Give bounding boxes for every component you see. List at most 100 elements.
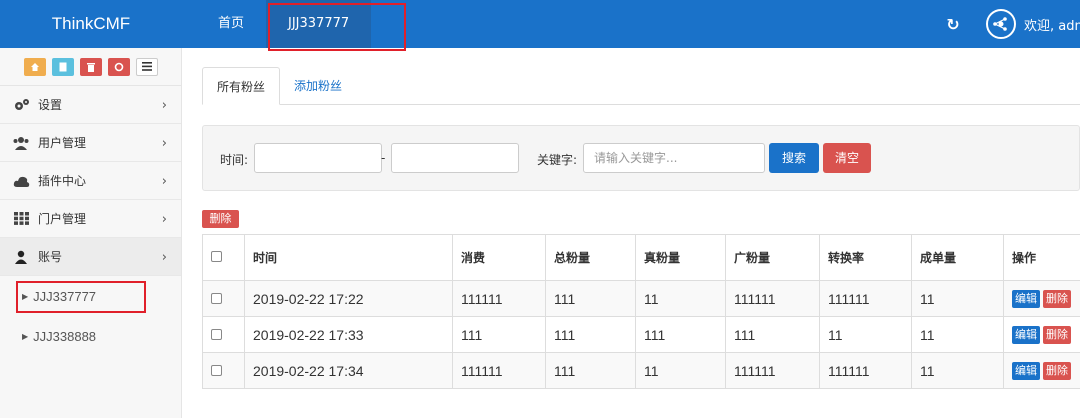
refresh-icon[interactable]: ↻ — [944, 16, 962, 34]
user-menu[interactable]: 欢迎, admin — [986, 8, 1080, 40]
nav-account-tab[interactable]: JJJ337777 — [266, 0, 372, 48]
nav-home[interactable]: 首页 — [196, 0, 266, 48]
tab-all-fans[interactable]: 所有粉丝 — [202, 67, 281, 105]
fans-table: 时间 消费 总粉量 真粉量 广粉量 转换率 成单量 操作 2019-02-22 … — [202, 234, 1080, 389]
cell-total-fans: 111 — [545, 280, 636, 317]
row-select-cell — [202, 280, 245, 317]
start-time-input[interactable] — [254, 143, 382, 173]
chevron-right-icon: › — [161, 98, 167, 113]
cell-real-fans: 11 — [635, 352, 726, 389]
sidebar-item-account[interactable]: 账号 › — [0, 238, 181, 276]
file-icon[interactable] — [51, 57, 74, 76]
brand-logo[interactable]: ThinkCMF — [0, 0, 182, 48]
top-nav: 首页 JJJ337777 — [196, 0, 372, 48]
recycle-icon[interactable] — [107, 57, 130, 76]
cell-conversion-rate: 111111 — [819, 280, 912, 317]
clear-button[interactable]: 清空 — [823, 143, 871, 173]
column-header: 消费 — [452, 234, 546, 281]
tab-add-fans[interactable]: 添加粉丝 — [280, 67, 356, 105]
cell-total-fans: 111 — [545, 316, 636, 353]
home-icon[interactable] — [23, 57, 46, 76]
search-button[interactable]: 搜索 — [769, 143, 819, 173]
user-avatar-icon — [986, 9, 1016, 39]
row-checkbox[interactable] — [211, 292, 222, 304]
sidebar-item-portal[interactable]: 门户管理 › — [0, 200, 181, 238]
table-row: 2019-02-22 17:22 111111 111 11 111111 11… — [202, 280, 1080, 317]
sidebar-item-label: 账号 — [38, 250, 63, 264]
column-header: 转换率 — [819, 234, 912, 281]
welcome-text: 欢迎, admin — [1024, 18, 1080, 34]
user-icon — [12, 249, 30, 265]
edit-button[interactable]: 编辑 — [1012, 362, 1040, 380]
table-header-row: 时间 消费 总粉量 真粉量 广粉量 转换率 成单量 操作 — [202, 234, 1080, 281]
cell-actions: 编辑 删除 — [1003, 316, 1080, 353]
end-time-input[interactable] — [391, 143, 519, 173]
cell-actions: 编辑 删除 — [1003, 352, 1080, 389]
column-header: 成单量 — [911, 234, 1004, 281]
sidebar-item-label: 用户管理 — [38, 136, 87, 150]
sidebar-subitem-label: JJJ338888 — [33, 328, 97, 344]
sidebar-item-settings[interactable]: 设置 › — [0, 86, 181, 124]
gears-icon — [12, 97, 30, 113]
column-header: 广粉量 — [725, 234, 820, 281]
cell-total-fans: 111 — [545, 352, 636, 389]
keyword-label: 关键字: — [537, 153, 578, 167]
delete-button[interactable]: 删除 — [1043, 326, 1071, 344]
row-checkbox[interactable] — [211, 328, 222, 340]
cell-consumption: 111111 — [452, 352, 546, 389]
top-bar: ThinkCMF 首页 JJJ337777 ↻ 欢迎, admin — [0, 0, 1080, 48]
select-all-cell — [202, 234, 245, 281]
sidebar-subitem-jjj338888[interactable]: ▶ JJJ338888 — [0, 316, 181, 356]
cell-real-fans: 11 — [635, 280, 726, 317]
cell-consumption: 111 — [452, 316, 546, 353]
caret-right-icon: ▶ — [22, 291, 29, 301]
cell-consumption: 111111 — [452, 280, 546, 317]
quick-buttons — [0, 48, 181, 86]
caret-right-icon: ▶ — [22, 331, 29, 341]
users-icon — [12, 135, 30, 151]
cell-time: 2019-02-22 17:34 — [244, 352, 453, 389]
column-header: 操作 — [1003, 234, 1080, 281]
sidebar-item-users[interactable]: 用户管理 › — [0, 124, 181, 162]
grid-icon — [12, 211, 30, 227]
cell-orders: 11 — [911, 316, 1004, 353]
cell-time: 2019-02-22 17:22 — [244, 280, 453, 317]
sidebar-subitem-jjj337777[interactable]: ▶ JJJ337777 — [0, 276, 181, 316]
cell-actions: 编辑 删除 — [1003, 280, 1080, 317]
cloud-icon — [12, 173, 30, 189]
cell-time: 2019-02-22 17:33 — [244, 316, 453, 353]
keyword-input[interactable]: 请输入关键字... — [583, 143, 765, 173]
row-select-cell — [202, 352, 245, 389]
sidebar-item-label: 设置 — [38, 98, 63, 112]
sidebar-item-label: 门户管理 — [38, 212, 87, 226]
cell-ad-fans: 111 — [725, 316, 820, 353]
cell-ad-fans: 111111 — [725, 280, 820, 317]
chevron-right-icon: › — [161, 136, 167, 151]
column-header: 总粉量 — [545, 234, 636, 281]
tab-bar: 所有粉丝 添加粉丝 — [202, 67, 1080, 105]
trash-icon[interactable] — [79, 57, 102, 76]
row-checkbox[interactable] — [211, 364, 222, 376]
batch-delete-button[interactable]: 删除 — [202, 210, 239, 228]
column-header: 真粉量 — [635, 234, 726, 281]
cell-orders: 11 — [911, 352, 1004, 389]
range-dash: - — [381, 151, 386, 165]
column-header: 时间 — [244, 234, 453, 281]
cell-conversion-rate: 111111 — [819, 352, 912, 389]
time-label: 时间: — [220, 153, 249, 167]
filter-bar: 时间: - 关键字: 请输入关键字... 搜索 清空 — [202, 125, 1080, 191]
list-icon[interactable] — [135, 57, 158, 76]
row-select-cell — [202, 316, 245, 353]
sidebar-item-plugins[interactable]: 插件中心 › — [0, 162, 181, 200]
cell-ad-fans: 111111 — [725, 352, 820, 389]
sidebar: 设置 › 用户管理 › 插件中心 › 门户管理 › 账号 › ▶ JJJ3377… — [0, 48, 182, 418]
select-all-checkbox[interactable] — [211, 250, 222, 262]
cell-orders: 11 — [911, 280, 1004, 317]
sidebar-item-label: 插件中心 — [38, 174, 87, 188]
main-content: 所有粉丝 添加粉丝 时间: - 关键字: 请输入关键字... 搜索 清空 删除 … — [202, 67, 1080, 389]
delete-button[interactable]: 删除 — [1043, 362, 1071, 380]
edit-button[interactable]: 编辑 — [1012, 290, 1040, 308]
chevron-right-icon: › — [161, 174, 167, 189]
delete-button[interactable]: 删除 — [1043, 290, 1071, 308]
edit-button[interactable]: 编辑 — [1012, 326, 1040, 344]
